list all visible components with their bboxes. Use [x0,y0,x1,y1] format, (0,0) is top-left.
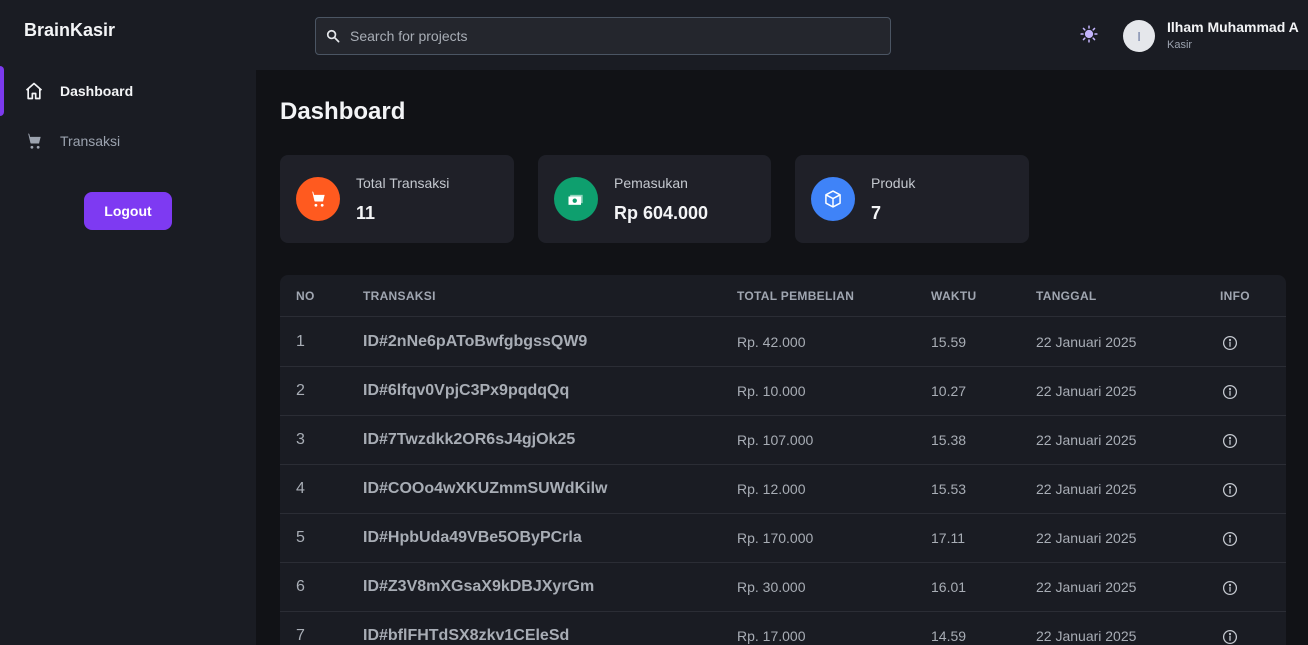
brand-logo[interactable]: BrainKasir [24,20,115,41]
time: 14.59 [931,628,967,644]
table-row: 6 ID#Z3V8mXGsaX9kDBJXyrGm Rp. 30.000 16.… [280,563,1286,612]
cart-icon [296,177,340,221]
total-amount: Rp. 10.000 [737,383,806,399]
stat-value: Rp 604.000 [614,203,709,223]
transaction-id: ID#6lfqv0VpjC3Px9pqdqQq [363,382,570,399]
money-icon [554,177,598,221]
info-icon[interactable] [1221,628,1239,645]
transactions-table: NO TRANSAKSI TOTAL PEMBELIAN WAKTU TANGG… [280,275,1286,645]
column-header-waktu: WAKTU [931,289,977,303]
row-number: 2 [296,382,305,399]
date: 22 Januari 2025 [1036,628,1137,644]
box-icon [811,177,855,221]
stat-value: 7 [871,203,882,223]
total-amount: Rp. 12.000 [737,481,806,497]
column-header-transaksi: TRANSAKSI [363,289,436,303]
table-row: 4 ID#COOo4wXKUZmmSUWdKilw Rp. 12.000 15.… [280,465,1286,514]
page-title: Dashboard [280,98,406,125]
sidebar-item-transaksi[interactable]: Transaksi [0,116,256,166]
user-name: Ilham Muhammad A [1167,19,1299,35]
row-number: 3 [296,431,305,448]
total-amount: Rp. 170.000 [737,530,814,546]
info-icon[interactable] [1221,481,1239,499]
info-icon[interactable] [1221,432,1239,450]
sidebar: BrainKasir Dashboard Transaksi Logout [0,0,256,645]
row-number: 7 [296,627,305,644]
time: 15.59 [931,334,967,350]
search-input[interactable] [350,28,870,44]
stat-value: 11 [356,203,376,223]
total-amount: Rp. 30.000 [737,579,806,595]
info-icon[interactable] [1221,334,1239,352]
search-icon [326,29,340,43]
table-header: NO TRANSAKSI TOTAL PEMBELIAN WAKTU TANGG… [280,275,1286,317]
stat-label: Produk [871,175,916,191]
row-number: 5 [296,529,305,546]
home-icon [24,81,44,101]
column-header-no: NO [296,289,315,303]
transaction-id: ID#2nNe6pAToBwfgbgssQW9 [363,333,588,350]
logout-button[interactable]: Logout [84,192,172,230]
row-number: 1 [296,333,305,350]
total-amount: Rp. 42.000 [737,334,806,350]
table-row: 2 ID#6lfqv0VpjC3Px9pqdqQq Rp. 10.000 10.… [280,367,1286,416]
transaction-id: ID#COOo4wXKUZmmSUWdKilw [363,480,608,497]
table-row: 3 ID#7Twzdkk2OR6sJ4gjOk25 Rp. 107.000 15… [280,416,1286,465]
row-number: 6 [296,578,305,595]
row-number: 4 [296,480,305,497]
transaction-id: ID#Z3V8mXGsaX9kDBJXyrGm [363,578,595,595]
info-icon[interactable] [1221,383,1239,401]
column-header-total: TOTAL PEMBELIAN [737,289,855,303]
sun-icon [1080,24,1098,48]
transaction-id: ID#HpbUda49VBe5OByPCrla [363,529,582,546]
time: 15.53 [931,481,967,497]
theme-toggle-button[interactable] [1078,24,1100,48]
table-row: 5 ID#HpbUda49VBe5OByPCrla Rp. 170.000 17… [280,514,1286,563]
stat-label: Pemasukan [614,175,688,191]
user-role: Kasir [1167,39,1193,51]
stat-card-pemasukan: Pemasukan Rp 604.000 [538,155,771,243]
sidebar-item-label: Dashboard [60,83,134,99]
total-amount: Rp. 107.000 [737,432,814,448]
column-header-tanggal: TANGGAL [1036,289,1097,303]
time: 15.38 [931,432,967,448]
time: 16.01 [931,579,967,595]
date: 22 Januari 2025 [1036,432,1137,448]
cart-icon [24,131,44,151]
transaction-id: ID#7Twzdkk2OR6sJ4gjOk25 [363,431,576,448]
table-row: 7 ID#bflFHTdSX8zkv1CEleSd Rp. 17.000 14.… [280,612,1286,645]
time: 17.11 [931,530,965,546]
column-header-info: INFO [1220,289,1250,303]
sidebar-item-dashboard[interactable]: Dashboard [0,66,256,116]
date: 22 Januari 2025 [1036,579,1137,595]
date: 22 Januari 2025 [1036,383,1137,399]
info-icon[interactable] [1221,579,1239,597]
date: 22 Januari 2025 [1036,334,1137,350]
search-bar[interactable] [315,17,891,55]
time: 10.27 [931,383,967,399]
transaction-id: ID#bflFHTdSX8zkv1CEleSd [363,627,570,644]
date: 22 Januari 2025 [1036,530,1137,546]
table-row: 1 ID#2nNe6pAToBwfgbgssQW9 Rp. 42.000 15.… [280,318,1286,367]
stat-label: Total Transaksi [356,175,450,191]
info-icon[interactable] [1221,530,1239,548]
avatar[interactable]: I [1123,20,1155,52]
total-amount: Rp. 17.000 [737,628,806,644]
stat-card-total-transaksi: Total Transaksi 11 [280,155,514,243]
stat-card-produk: Produk 7 [795,155,1029,243]
sidebar-item-label: Transaksi [60,133,121,149]
date: 22 Januari 2025 [1036,481,1137,497]
